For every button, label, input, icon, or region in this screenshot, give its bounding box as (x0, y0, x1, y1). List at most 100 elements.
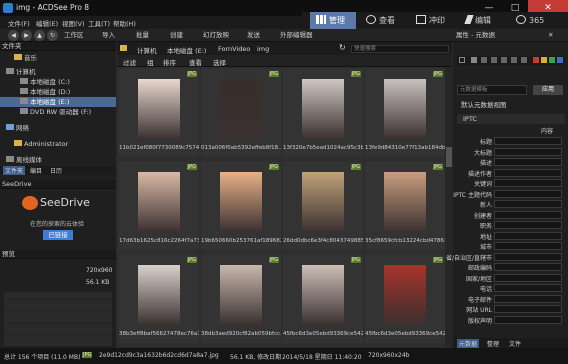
thumbnail-item[interactable]: JPG 38db3aed920cf82ab059bfcc... (201, 255, 281, 343)
menu-view[interactable]: 视图(V) (62, 18, 85, 28)
iptc-field-input[interactable] (494, 294, 562, 303)
tab-manage[interactable]: 管理 (310, 12, 356, 29)
sync-icon[interactable]: ↻ (339, 43, 346, 52)
tab-folders[interactable]: 文件夹 (3, 166, 26, 175)
rating-1-icon[interactable] (481, 57, 487, 63)
thumbnail-image[interactable] (384, 172, 426, 232)
iptc-field-input[interactable] (494, 284, 562, 292)
tab-view[interactable]: 查看 (360, 12, 406, 29)
tree-item-offline-media[interactable]: 离线媒体 (0, 155, 116, 165)
metadata-view-select[interactable]: 默认元数据视图 (457, 100, 565, 110)
menu-help[interactable]: 帮助(H) (113, 18, 136, 28)
slideshow-menu[interactable]: 幻灯放映 (203, 30, 229, 41)
thumbnail-item[interactable]: JPG 45fbc6d3e05ebd93369ce542... (283, 255, 363, 343)
menu-edit[interactable]: 编辑(E) (36, 18, 58, 28)
external-editor-menu[interactable]: 外部编辑器 (280, 30, 313, 41)
tab-365[interactable]: 365 (510, 12, 550, 29)
menu-tools[interactable]: 工具(T) (88, 18, 110, 28)
iptc-field-input[interactable] (494, 189, 562, 198)
thumbnail-item[interactable]: JPG 26dd0dbc6e3f4c8043749885... (283, 162, 363, 250)
thumbnail-item[interactable]: JPG 38b3eff8baf56627478ec76a7... (119, 255, 199, 343)
thumbnail-image[interactable] (302, 172, 344, 232)
tab-edit[interactable]: 编辑 (460, 12, 506, 29)
iptc-field-input[interactable] (494, 158, 562, 166)
breadcrumb-computer[interactable]: 计算机 (137, 45, 157, 55)
breadcrumb-fornvideo[interactable]: FornVideo (218, 45, 250, 53)
sort-menu[interactable]: 排序 (163, 57, 176, 67)
tree-item-administrator[interactable]: Administrator (0, 139, 116, 149)
rating-3-icon[interactable] (501, 57, 507, 63)
tree-item-drive-c[interactable]: 本地磁盘 (C:) (0, 77, 116, 87)
forward-icon[interactable]: ▶ (21, 30, 32, 41)
color-yellow-icon[interactable] (541, 57, 547, 63)
tree-item-drive-e[interactable]: 本地磁盘 (E:) (0, 97, 116, 107)
tab-calendar[interactable]: 日历 (50, 166, 62, 175)
tab-file[interactable]: 文件 (509, 339, 521, 348)
thumbnail-image[interactable] (138, 79, 180, 139)
import-menu[interactable]: 导入 (102, 30, 115, 41)
rating-4-icon[interactable] (511, 57, 517, 63)
thumbnail-item[interactable]: JPG 13fe9d84310e77f13ab184db... (365, 69, 445, 157)
quick-search-input[interactable]: 快速搜索 (351, 45, 449, 53)
color-green-icon[interactable] (549, 57, 555, 63)
thumbnail-image[interactable] (220, 172, 262, 232)
thumbnail-item[interactable]: JPG 19b650660b253761af189682e... (201, 162, 281, 250)
thumbnail-image[interactable] (138, 265, 180, 325)
up-icon[interactable]: ▲ (34, 30, 45, 41)
thumbnail-image[interactable] (220, 265, 262, 325)
label-icon[interactable] (471, 57, 477, 63)
tree-item-dvd[interactable]: DVD RW 驱动器 (F:) (0, 107, 116, 117)
iptc-field-input[interactable] (494, 315, 562, 324)
thumbnail-image[interactable] (302, 79, 344, 139)
thumbnail-image[interactable] (302, 265, 344, 325)
tree-item-music[interactable]: 音乐 (0, 53, 116, 63)
batch-menu[interactable]: 批量 (136, 30, 149, 41)
breadcrumb-drive-e[interactable]: 本地磁盘 (E:) (167, 45, 206, 55)
color-blue-icon[interactable] (557, 57, 563, 63)
iptc-field-input[interactable] (494, 242, 562, 250)
iptc-field-input[interactable] (494, 305, 562, 313)
back-icon[interactable]: ◀ (8, 30, 19, 41)
thumbnail-item[interactable]: JPG 13f320e7b5ead1024ac95c3b2... (283, 69, 363, 157)
iptc-section-header[interactable]: IPTC (457, 114, 565, 124)
refresh-icon[interactable]: ↻ (47, 30, 58, 41)
iptc-field-input[interactable] (494, 263, 562, 271)
seedrive-link-button[interactable]: 已链接 (43, 230, 73, 240)
tab-develop[interactable]: 冲印 (410, 12, 456, 29)
metadata-preset-select[interactable]: 元数据模板 (457, 85, 527, 95)
iptc-field-input[interactable] (494, 210, 562, 219)
rating-5-icon[interactable] (521, 57, 527, 63)
iptc-field-input[interactable] (494, 147, 562, 156)
select-menu[interactable]: 选择 (213, 57, 226, 67)
scrollbar-thumb[interactable] (446, 147, 452, 167)
thumbnail-image[interactable] (138, 172, 180, 232)
breadcrumb-img[interactable]: img (257, 45, 269, 53)
iptc-field-input[interactable] (494, 179, 562, 187)
iptc-field-input[interactable] (494, 231, 562, 240)
tab-metadata[interactable]: 元数据 (457, 339, 480, 348)
thumbnail-image[interactable] (384, 79, 426, 139)
thumbnail-item[interactable]: JPG 11b021ef080f7730089c75740... (119, 69, 199, 157)
panel-close-icon[interactable]: ✕ (548, 30, 553, 41)
iptc-field-input[interactable] (494, 200, 562, 208)
tree-item-computer[interactable]: 计算机 (0, 67, 116, 77)
workspace-menu[interactable]: 工作区 (64, 30, 84, 41)
iptc-field-input[interactable] (494, 137, 562, 145)
rating-2-icon[interactable] (491, 57, 497, 63)
apply-button[interactable]: 应用 (533, 85, 563, 95)
thumbnail-item[interactable]: JPG 45fbc6d3e05ebd93369ce542... (365, 255, 445, 343)
create-menu[interactable]: 创建 (170, 30, 183, 41)
grid-scrollbar[interactable] (445, 67, 453, 347)
iptc-field-input[interactable] (494, 168, 562, 177)
color-red-icon[interactable] (533, 57, 539, 63)
thumbnail-item[interactable]: JPG 35cf8659cfcb13224cbd47863... (365, 162, 445, 250)
thumbnail-image[interactable] (220, 79, 262, 139)
view-menu[interactable]: 查看 (189, 57, 202, 67)
thumbnail-item[interactable]: JPG 17d63b1625c816c2264f7a73e... (119, 162, 199, 250)
menu-file[interactable]: 文件(F) (8, 18, 30, 28)
thumbnail-image[interactable] (384, 265, 426, 325)
iptc-field-input[interactable] (494, 221, 562, 229)
tree-item-network[interactable]: 网络 (0, 123, 116, 133)
tab-catalog[interactable]: 编目 (30, 166, 42, 175)
group-menu[interactable]: 组 (147, 57, 154, 67)
